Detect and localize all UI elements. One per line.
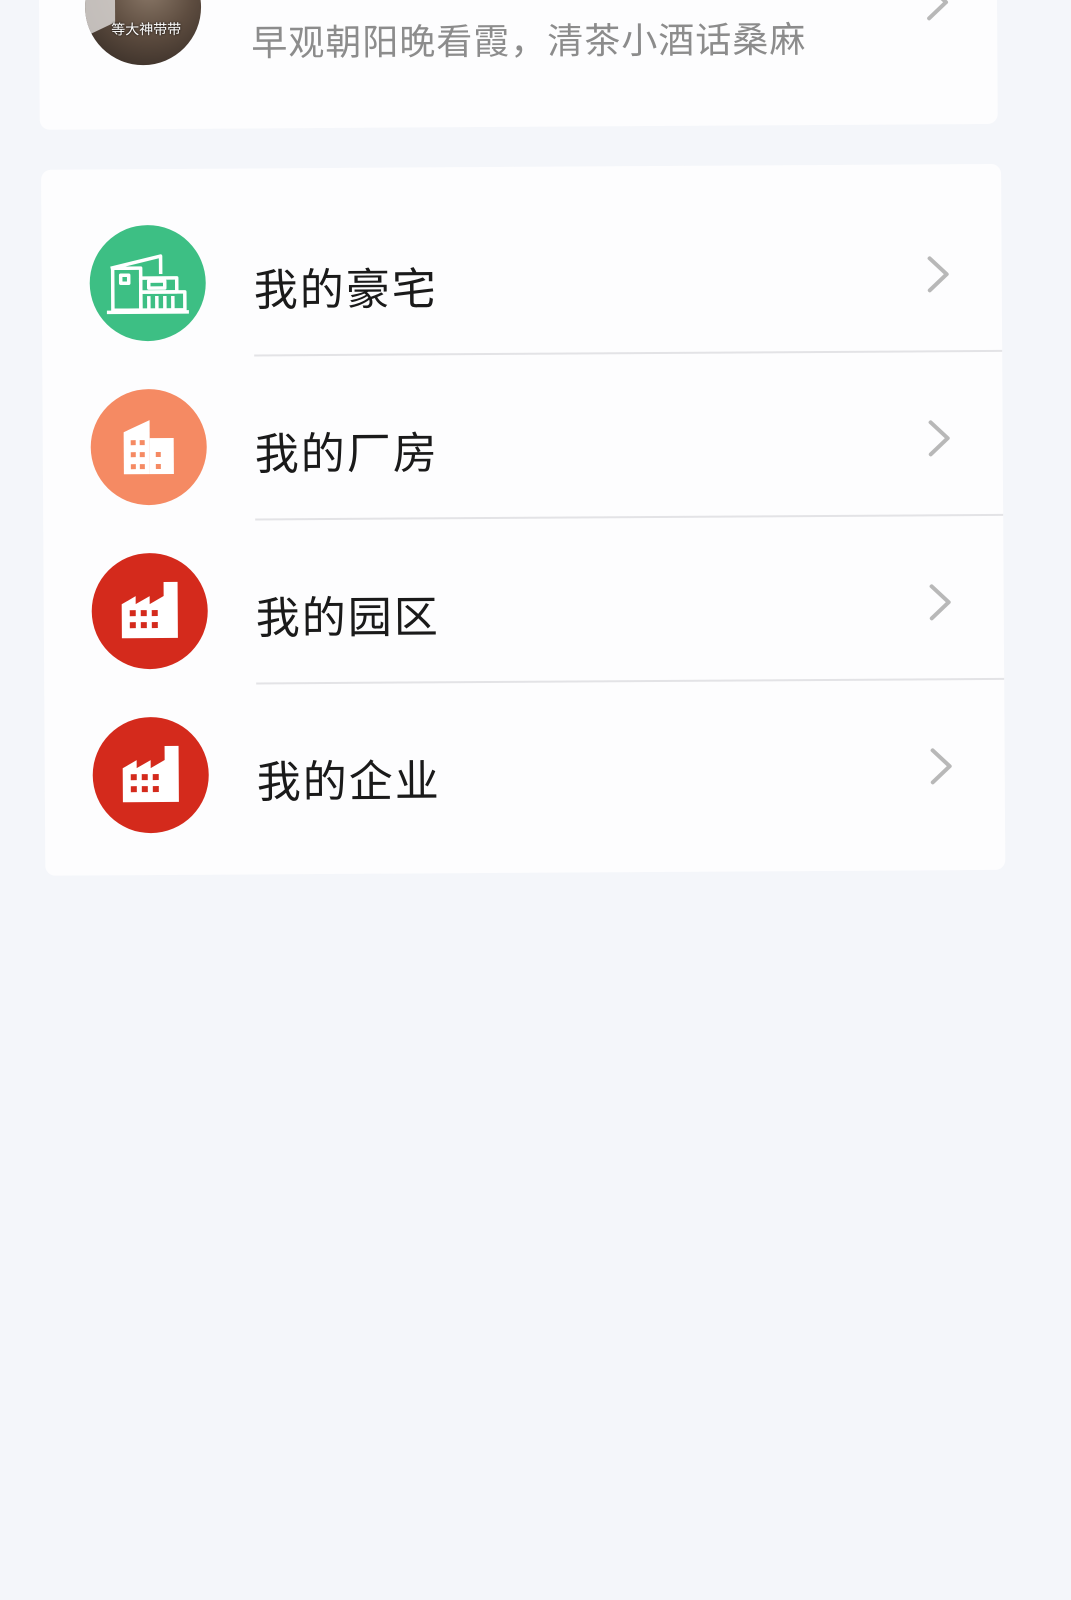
menu-item-label: 我的豪宅	[253, 264, 438, 317]
menu-item-villa[interactable]: 我的豪宅	[41, 164, 1003, 357]
factory-icon	[92, 716, 210, 834]
menu-item-enterprise[interactable]: 我的企业	[44, 656, 1005, 834]
menu-item-label: 我的企业	[256, 756, 441, 809]
menu-card: 我的豪宅 我的厂房 我的园区 我的企业	[41, 163, 1006, 876]
profile-bio: 早观朝阳晚看霞，清茶小酒话桑麻	[251, 20, 807, 65]
chevron-right-icon	[927, 418, 953, 462]
villa-icon	[89, 224, 207, 342]
factory-icon	[91, 552, 209, 670]
avatar-caption: 等大神带带	[111, 21, 182, 39]
menu-item-label: 我的园区	[255, 592, 440, 645]
menu-item-plant[interactable]: 我的厂房	[42, 328, 1004, 521]
chevron-right-icon	[929, 746, 955, 790]
profile-card[interactable]: 等大神带带 早观朝阳晚看霞，清茶小酒话桑麻	[38, 0, 998, 130]
avatar[interactable]: 等大神带带	[84, 0, 202, 66]
chevron-right-icon	[926, 254, 952, 298]
screen: 等大神带带 早观朝阳晚看霞，清茶小酒话桑麻 我的豪宅 我的厂房 我的园区 我的企…	[0, 0, 1071, 1600]
building-icon	[90, 388, 208, 506]
menu-item-park[interactable]: 我的园区	[43, 492, 1005, 685]
menu-item-label: 我的厂房	[254, 428, 439, 481]
chevron-right-icon[interactable]	[925, 0, 951, 26]
chevron-right-icon	[928, 582, 954, 626]
